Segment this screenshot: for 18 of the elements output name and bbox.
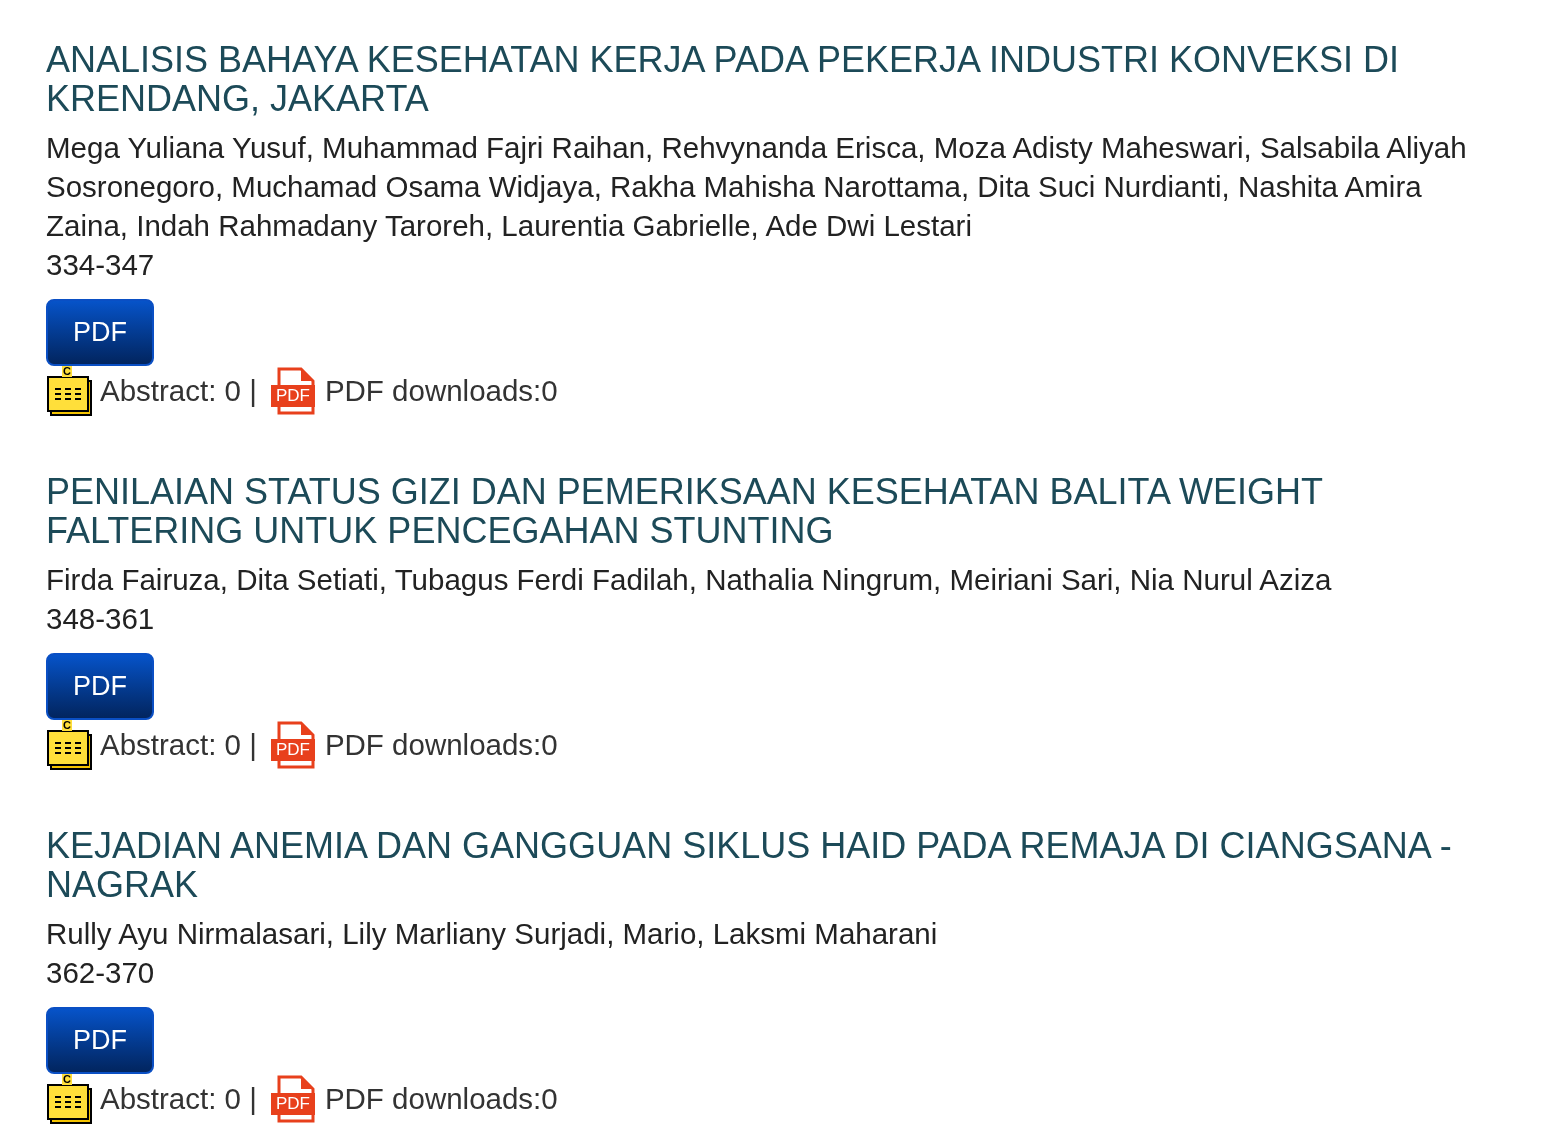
pdf-button[interactable]: PDF (46, 1007, 154, 1074)
pdf-button[interactable]: PDF (46, 653, 154, 720)
article-pages: 348-361 (46, 601, 156, 637)
abstract-count: Abstract: 0 | (100, 726, 257, 763)
article-title-link[interactable]: PENILAIAN STATUS GIZI DAN PEMERIKSAAN KESEHATAN BALITA WEIGHT FALTERING UNTUK PENCEGAHAN STUNTING (46, 472, 1500, 550)
article-title-link[interactable]: KEJADIAN ANEMIA DAN GANGGUAN SIKLUS HAID PADA REMAJA DI CIANGSANA - NAGRAK (46, 826, 1500, 904)
pdf-download-count: PDF downloads:0 (324, 1080, 558, 1117)
pdf-button[interactable]: PDF (46, 299, 154, 366)
article-authors: Rully Ayu Nirmalasari, Lily Marliany Surjadi, Mario, Laksmi Maharani (46, 916, 939, 952)
article-pages: 362-370 (46, 955, 156, 991)
article-authors: Mega Yuliana Yusuf, Muhammad Fajri Raihan, Rehvynanda Erisca, Moza Adisty Maheswari, Salsabila Aliyah Sosronegoro, Muchamad Osama Widjaya, Rakha Mahisha Narottama, Dita Suci Nurdianti, Nashita Amira Zaina, Indah Rahmadany Taroreh, Laurentia Gabrielle, Ade Dwi Lestari (46, 130, 1468, 244)
abstract-count: Abstract: 0 | (100, 1080, 257, 1117)
pdf-download-count: PDF downloads:0 (324, 372, 558, 409)
article-authors: Firda Fairuza, Dita Setiati, Tubagus Ferdi Fadilah, Nathalia Ningrum, Meiriani Sari, Nia Nurul Aziza (46, 562, 1333, 598)
article-pages: 334-347 (46, 247, 156, 283)
abstract-count: Abstract: 0 | (100, 372, 257, 409)
pdf-download-count: PDF downloads:0 (324, 726, 558, 763)
article-title-link[interactable]: ANALISIS BAHAYA KESEHATAN KERJA PADA PEKERJA INDUSTRI KONVEKSI DI KRENDANG, JAKARTA (46, 40, 1500, 118)
